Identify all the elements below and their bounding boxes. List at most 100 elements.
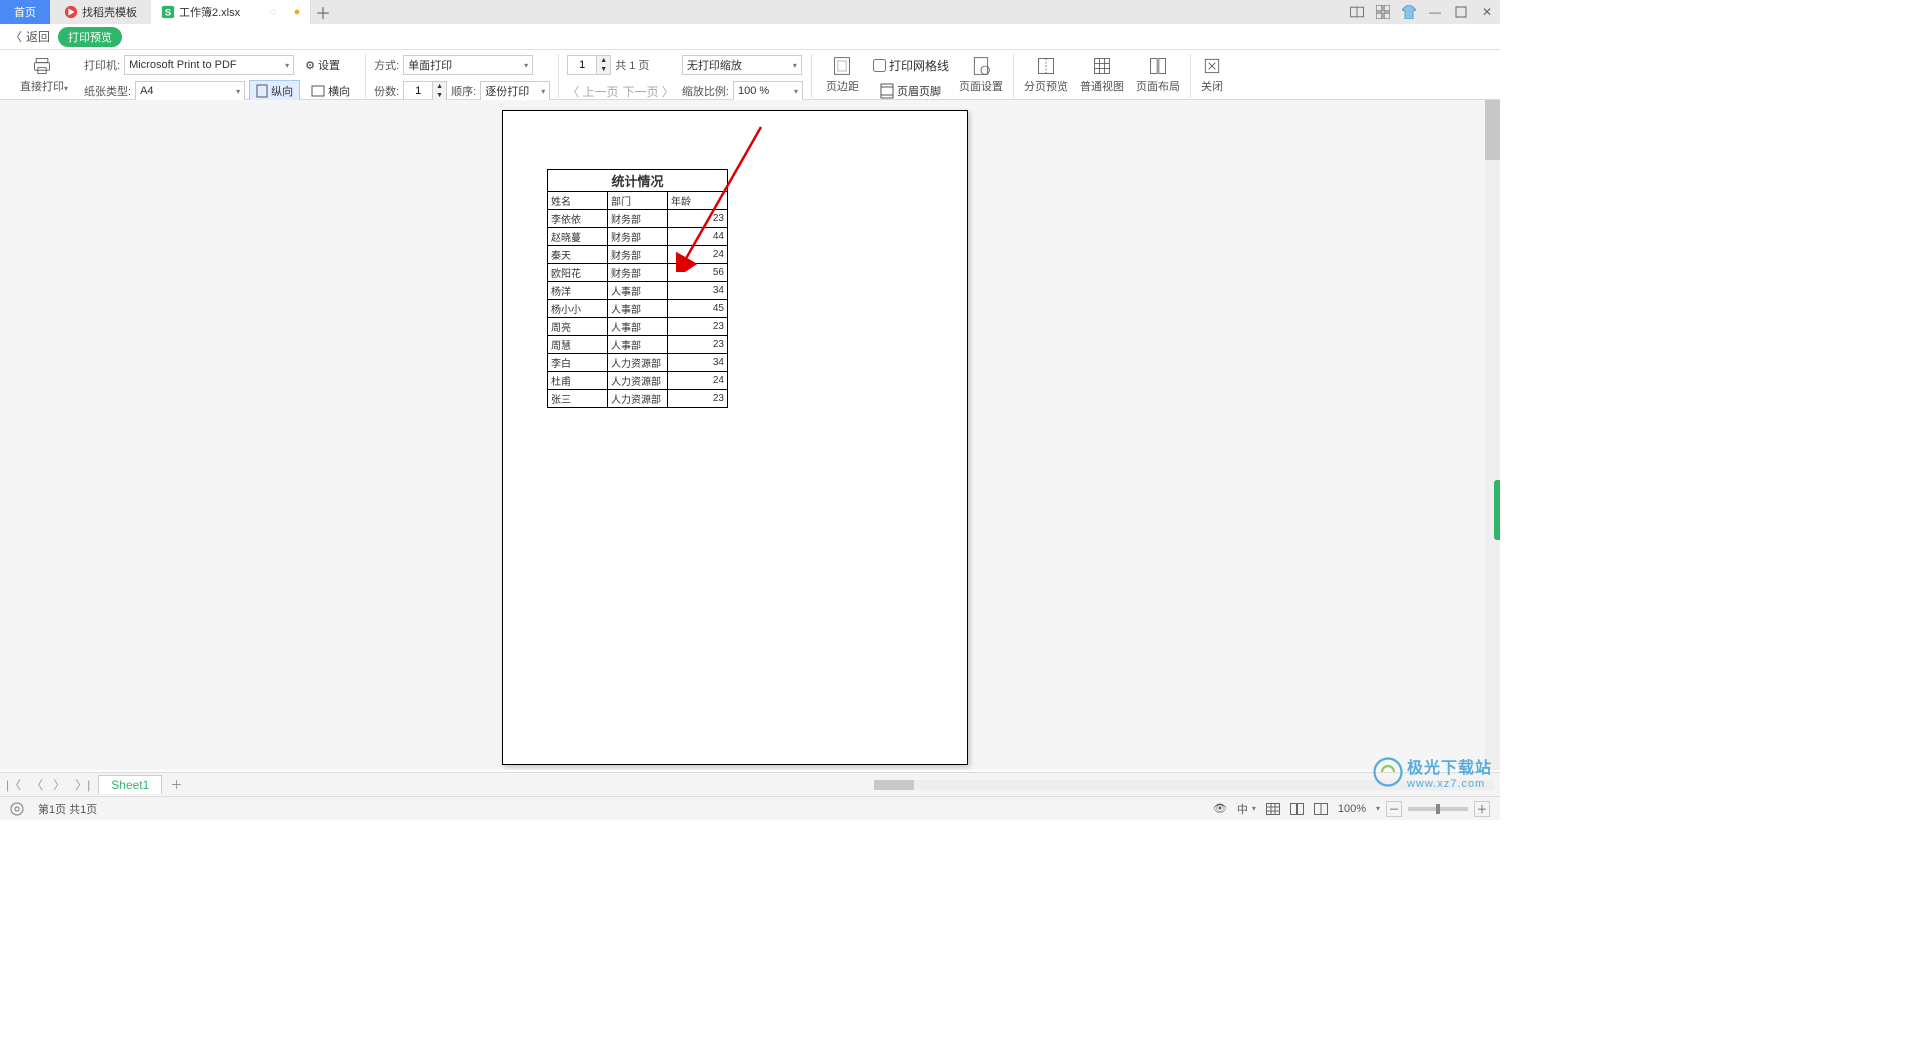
sheet-last-icon[interactable]: 〉| bbox=[75, 776, 90, 793]
gear-icon: ⚙ bbox=[305, 59, 315, 72]
portrait-label: 纵向 bbox=[271, 83, 293, 99]
template-icon bbox=[64, 5, 78, 19]
close-icon bbox=[1202, 56, 1222, 76]
next-page-button[interactable]: 下一页 〉 bbox=[623, 83, 674, 100]
tab-home[interactable]: 首页 bbox=[0, 0, 50, 24]
printer-select[interactable]: Microsoft Print to PDF▾ bbox=[124, 55, 294, 75]
direct-print-button[interactable]: 直接打印 ▾ bbox=[10, 54, 74, 95]
view-break-icon[interactable] bbox=[1314, 803, 1328, 815]
ratio-label: 缩放比例: bbox=[682, 83, 729, 99]
copies-stepper[interactable]: ▲▼ bbox=[403, 81, 447, 101]
table-row: 周亮人事部23 bbox=[548, 318, 728, 336]
page-setup-button[interactable]: 页面设置 bbox=[953, 54, 1009, 96]
header-footer-button[interactable]: 页眉页脚 bbox=[873, 80, 948, 102]
grid-toggle-icon[interactable] bbox=[1376, 5, 1390, 19]
scrollbar-thumb[interactable] bbox=[874, 780, 914, 790]
add-sheet-button[interactable]: ＋ bbox=[170, 776, 182, 793]
printer-label: 打印机: bbox=[84, 57, 120, 73]
prev-page-button[interactable]: 〈 上一页 bbox=[567, 83, 618, 100]
paper-value: A4 bbox=[140, 85, 153, 97]
portrait-button[interactable]: 纵向 bbox=[249, 80, 300, 102]
sheet-prev-icon[interactable]: 〈 bbox=[31, 776, 43, 793]
order-value: 逐份打印 bbox=[485, 83, 529, 99]
back-button[interactable]: 〈 返回 bbox=[10, 28, 50, 45]
window-maximize-icon[interactable] bbox=[1454, 5, 1468, 19]
new-tab-button[interactable]: ＋ bbox=[311, 0, 335, 24]
svg-text:S: S bbox=[165, 8, 172, 19]
chevron-down-icon: ▾ bbox=[64, 84, 68, 93]
layout-toggle-icon[interactable] bbox=[1350, 5, 1364, 19]
order-select[interactable]: 逐份打印▾ bbox=[480, 81, 550, 101]
preview-area[interactable]: 统计情况 姓名 部门 年龄 李依依财务部23赵晓蔓财务部44秦天财务部24欧阳花… bbox=[0, 100, 1485, 770]
spreadsheet-icon: S bbox=[161, 5, 175, 19]
zoom-slider[interactable] bbox=[1408, 807, 1468, 811]
sheet-first-icon[interactable]: |〈 bbox=[6, 776, 21, 793]
normal-view-button[interactable]: 普通视图 bbox=[1074, 54, 1130, 96]
page-status: 第1页 共1页 bbox=[38, 801, 97, 817]
table-row: 李依依财务部23 bbox=[548, 210, 728, 228]
table-row: 李白人力资源部34 bbox=[548, 354, 728, 372]
direct-print-label: 直接打印 bbox=[20, 78, 64, 94]
settings-button[interactable]: ⚙设置 bbox=[298, 54, 347, 76]
sheet-next-icon[interactable]: 〉 bbox=[53, 776, 65, 793]
table-row: 周慧人事部23 bbox=[548, 336, 728, 354]
page-input[interactable] bbox=[568, 59, 596, 71]
spin-up-icon[interactable]: ▲ bbox=[596, 56, 610, 65]
skin-icon[interactable] bbox=[1402, 5, 1416, 19]
zoom-out-button[interactable]: － bbox=[1386, 801, 1402, 817]
landscape-icon bbox=[311, 85, 325, 97]
window-minimize-icon[interactable]: — bbox=[1428, 5, 1442, 19]
ime-button[interactable]: 中 ▾ bbox=[1237, 801, 1256, 817]
method-select[interactable]: 单面打印▾ bbox=[403, 55, 533, 75]
page-layout-button[interactable]: 页面布局 bbox=[1130, 54, 1186, 96]
back-label: 返回 bbox=[26, 28, 50, 45]
scale-select[interactable]: 无打印缩放▾ bbox=[682, 55, 802, 75]
chevron-down-icon[interactable]: ▾ bbox=[1376, 804, 1380, 813]
horizontal-scrollbar[interactable] bbox=[874, 780, 1494, 790]
ratio-select[interactable]: 100 % ▾ bbox=[733, 81, 803, 101]
table-row: 杨小小人事部45 bbox=[548, 300, 728, 318]
paper-select[interactable]: A4▾ bbox=[135, 81, 245, 101]
zoom-value: 100% bbox=[1338, 803, 1366, 815]
page-setup-label: 页面设置 bbox=[959, 78, 1003, 94]
margin-button[interactable]: 页边距 bbox=[820, 54, 865, 96]
vertical-scrollbar[interactable] bbox=[1485, 100, 1500, 770]
gridlines-checkbox-input[interactable] bbox=[873, 59, 886, 72]
view-layout-icon[interactable] bbox=[1290, 803, 1304, 815]
close-button[interactable]: 关闭 bbox=[1195, 54, 1229, 96]
spin-down-icon[interactable]: ▼ bbox=[596, 65, 610, 74]
page-layout-icon bbox=[1148, 56, 1168, 76]
page-layout-label: 页面布局 bbox=[1136, 78, 1180, 94]
zoom-in-button[interactable]: ＋ bbox=[1474, 801, 1490, 817]
landscape-button[interactable]: 横向 bbox=[304, 80, 357, 102]
copies-input[interactable] bbox=[404, 85, 432, 97]
page-stepper[interactable]: ▲▼ bbox=[567, 55, 611, 75]
eye-icon[interactable]: 👁 bbox=[1213, 802, 1227, 815]
tab-document-label: 工作簿2.xlsx bbox=[179, 4, 240, 20]
side-panel-handle[interactable] bbox=[1494, 480, 1500, 540]
next-page-label: 下一页 bbox=[623, 85, 659, 99]
scrollbar-thumb[interactable] bbox=[1485, 100, 1500, 160]
tab-modified-icon: ● bbox=[290, 5, 304, 19]
gridlines-checkbox[interactable]: 打印网格线 bbox=[873, 57, 949, 74]
table-row: 张三人力资源部23 bbox=[548, 390, 728, 408]
table-header: 部门 bbox=[608, 192, 668, 210]
status-bar: 第1页 共1页 👁 中 ▾ 100% ▾ － ＋ bbox=[0, 796, 1500, 820]
order-label: 顺序: bbox=[451, 83, 476, 99]
landscape-label: 横向 bbox=[328, 83, 350, 99]
tab-document[interactable]: S 工作簿2.xlsx ◌ ● bbox=[151, 0, 311, 24]
data-table: 统计情况 姓名 部门 年龄 李依依财务部23赵晓蔓财务部44秦天财务部24欧阳花… bbox=[547, 169, 728, 408]
chevron-down-icon: ▾ bbox=[794, 87, 798, 96]
ratio-value: 100 % bbox=[738, 85, 769, 97]
tab-templates[interactable]: 找稻壳模板 bbox=[50, 0, 151, 24]
table-header: 姓名 bbox=[548, 192, 608, 210]
spin-down-icon[interactable]: ▼ bbox=[432, 91, 446, 100]
break-preview-button[interactable]: 分页预览 bbox=[1018, 54, 1074, 96]
spin-up-icon[interactable]: ▲ bbox=[432, 82, 446, 91]
view-normal-icon[interactable] bbox=[1266, 803, 1280, 815]
table-row: 赵晓蔓财务部44 bbox=[548, 228, 728, 246]
help-icon[interactable] bbox=[10, 802, 24, 816]
window-close-icon[interactable]: ✕ bbox=[1480, 5, 1494, 19]
header-footer-icon bbox=[880, 83, 894, 99]
sheet-tab[interactable]: Sheet1 bbox=[98, 775, 162, 794]
